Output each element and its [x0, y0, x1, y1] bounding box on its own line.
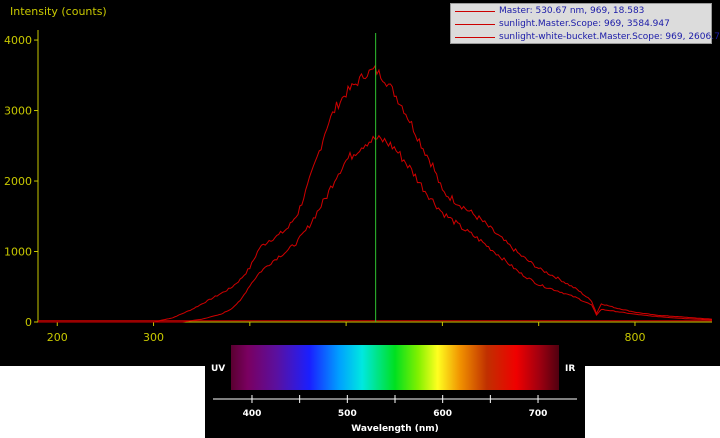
x-tick-label: 800 [624, 331, 645, 344]
wavelength-tick-label: 400 [243, 409, 262, 419]
y-tick-label: 1000 [4, 246, 32, 259]
wavelength-tick-label: 700 [529, 409, 548, 419]
chart-canvas: Intensity (counts) 0 1000 2000 3000 4000 200 30… [4, 5, 713, 344]
spectrum-chart: Intensity (counts) 0 1000 2000 3000 4000 200 30… [0, 0, 720, 366]
ir-label: IR [565, 364, 575, 374]
legend-item-white-bucket: sunlight-white-bucket.Master.Scope: 969,… [451, 31, 720, 43]
legend-label: Master: 530.67 nm, 969, 18.583 [499, 6, 645, 16]
wavelength-axis-title: Wavelength (nm) [351, 424, 439, 434]
wavelength-tick-label: 600 [433, 409, 452, 419]
legend-swatch [455, 24, 495, 25]
y-tick-label: 4000 [4, 34, 32, 47]
x-tick-label: 300 [143, 331, 164, 344]
x-tick-label: 200 [47, 331, 68, 344]
series-line-1 [38, 64, 713, 323]
spectrum-canvas: UV IR 400 500 600 700 Wavelength (nm) [211, 345, 577, 434]
legend-label: sunlight-white-bucket.Master.Scope: 969,… [499, 32, 720, 42]
uv-label: UV [211, 364, 225, 374]
y-tick-label: 0 [25, 316, 32, 329]
visible-spectrum-reference: UV IR 400 500 600 700 Wavelength (nm) [205, 331, 585, 438]
legend-swatch [455, 37, 495, 38]
legend-item-master: Master: 530.67 nm, 969, 18.583 [451, 5, 713, 17]
y-tick-label: 3000 [4, 105, 32, 118]
y-tick-label: 2000 [4, 175, 32, 188]
y-axis-title: Intensity (counts) [10, 5, 107, 18]
series-line-2 [38, 134, 713, 323]
legend-swatch [455, 11, 495, 12]
legend-label: sunlight.Master.Scope: 969, 3584.947 [499, 19, 670, 29]
spectrum-gradient-bar [231, 345, 559, 390]
wavelength-tick-label: 500 [338, 409, 357, 419]
legend-item-sunlight: sunlight.Master.Scope: 969, 3584.947 [451, 18, 713, 30]
chart-legend: Master: 530.67 nm, 969, 18.583 sunlight.… [450, 3, 720, 44]
